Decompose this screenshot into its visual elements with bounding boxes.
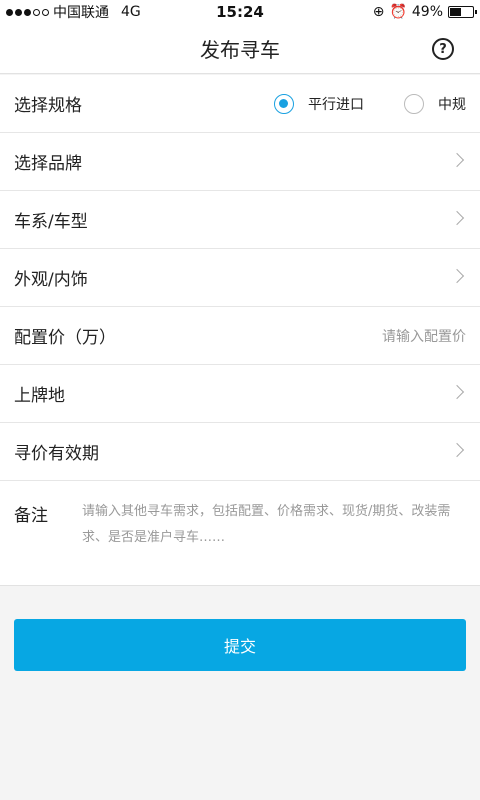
car-request-form: 选择规格 平行进口 中规 选择品牌 车系/车型 外观/内饰 配置价（万） 请输入… (0, 75, 480, 586)
status-right: ⊕ ⏰ 49% (372, 4, 477, 20)
nav-bar: 发布寻车 ? (0, 24, 480, 74)
series-row[interactable]: 车系/车型 (0, 191, 480, 249)
note-label: 备注 (14, 506, 48, 526)
battery-percent: 49% (411, 4, 443, 20)
alarm-icon: ⏰ (389, 4, 407, 20)
radio-checked-icon[interactable] (274, 93, 294, 114)
validity-label: 寻价有效期 (14, 444, 99, 464)
radio-unchecked-icon[interactable] (404, 93, 424, 114)
chevron-right-icon (449, 210, 465, 226)
network-label: 4G (121, 4, 141, 20)
status-left: 中国联通 4G (6, 2, 141, 22)
rotation-lock-icon: ⊕ (372, 4, 385, 20)
note-row: 备注 请输入其他寻车需求，包括配置、价格需求、现货/期货、改装需求、是否是准户寻… (0, 481, 480, 585)
appearance-label: 外观/内饰 (14, 270, 88, 290)
chevron-right-icon (449, 268, 465, 284)
help-icon[interactable]: ? (432, 38, 454, 60)
series-label: 车系/车型 (14, 212, 88, 232)
status-bar: 中国联通 4G 15:24 ⊕ ⏰ 49% (0, 0, 480, 24)
spec-option-parallel-import[interactable]: 平行进口 (274, 93, 364, 114)
battery-fill (450, 8, 461, 16)
carrier-label: 中国联通 (53, 5, 109, 21)
spec-radio-group: 平行进口 中规 (274, 93, 466, 114)
page-title: 发布寻车 (200, 38, 280, 62)
chevron-right-icon (449, 442, 465, 458)
price-input[interactable]: 请输入配置价 (382, 326, 466, 346)
chevron-right-icon (449, 384, 465, 400)
spec-label: 选择规格 (14, 96, 82, 116)
price-row: 配置价（万） 请输入配置价 (0, 307, 480, 365)
price-label: 配置价（万） (14, 328, 116, 348)
chevron-right-icon (449, 152, 465, 168)
submit-button[interactable]: 提交 (14, 619, 466, 671)
battery-icon (448, 6, 477, 18)
brand-label: 选择品牌 (14, 154, 82, 174)
appearance-row[interactable]: 外观/内饰 (0, 249, 480, 307)
spec-option-label: 中规 (438, 96, 466, 113)
note-textarea[interactable]: 请输入其他寻车需求，包括配置、价格需求、现货/期货、改装需求、是否是准户寻车…… (82, 499, 466, 585)
signal-icon (6, 8, 49, 16)
plate-label: 上牌地 (14, 386, 65, 406)
spec-option-domestic[interactable]: 中规 (404, 93, 466, 114)
plate-row[interactable]: 上牌地 (0, 365, 480, 423)
validity-row[interactable]: 寻价有效期 (0, 423, 480, 481)
spec-option-label: 平行进口 (308, 96, 364, 113)
spec-row: 选择规格 平行进口 中规 (0, 75, 480, 133)
brand-row[interactable]: 选择品牌 (0, 133, 480, 191)
